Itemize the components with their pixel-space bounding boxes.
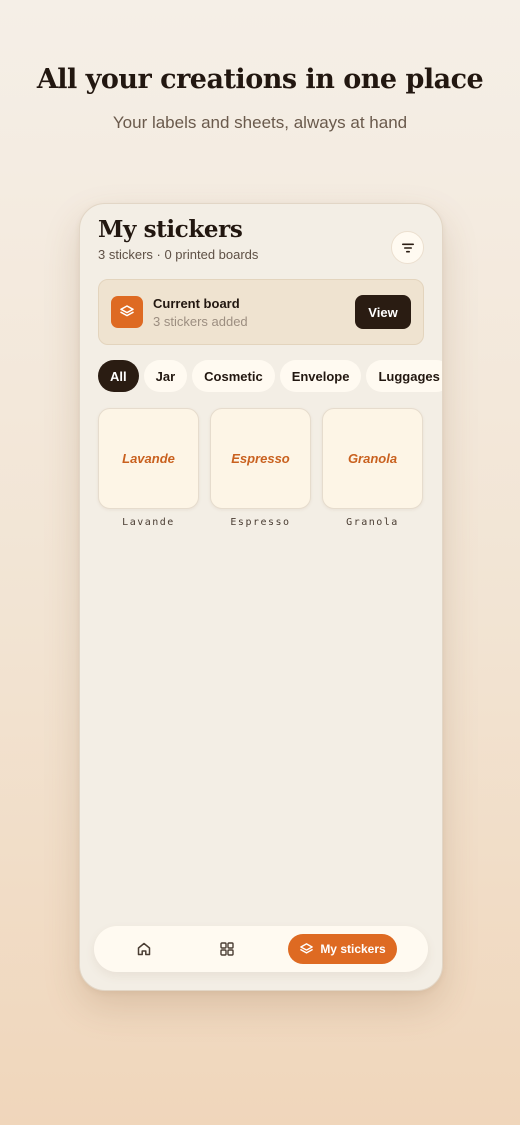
sticker-preview-text: Lavande xyxy=(122,451,175,466)
sticker-preview-text: Granola xyxy=(347,451,398,466)
sticker-preview[interactable]: Lavande xyxy=(98,408,199,509)
page-title: My stickers xyxy=(98,216,243,243)
bottom-navigation: My stickers xyxy=(94,926,428,972)
sticker-preview[interactable]: Granola xyxy=(322,408,423,509)
phone-frame: My stickers 3 stickers · 0 printed board… xyxy=(79,203,443,991)
nav-my-stickers-button[interactable]: My stickers xyxy=(288,934,397,964)
sticker-grid: Lavande Lavande Espresso Espresso Granol… xyxy=(98,408,424,538)
sticker-caption: Granola xyxy=(346,517,399,528)
sticker-tile[interactable]: Espresso Espresso xyxy=(210,408,311,528)
marketing-subheadline: Your labels and sheets, always at hand xyxy=(112,113,408,132)
marketing-headline: All your creations in one place xyxy=(36,64,484,95)
sort-button[interactable] xyxy=(391,231,424,264)
layers-icon xyxy=(120,305,134,317)
chip-luggages[interactable]: Luggages xyxy=(366,360,442,392)
category-chips: All Jar Cosmetic Envelope Luggages xyxy=(98,360,442,392)
layers-icon xyxy=(300,942,314,954)
sticker-preview[interactable]: Espresso xyxy=(210,408,311,509)
chip-all[interactable]: All xyxy=(98,360,139,392)
sticker-caption: Lavande xyxy=(122,517,175,528)
sticker-tile[interactable]: Lavande Lavande xyxy=(98,408,199,528)
home-icon xyxy=(137,942,151,956)
sticker-caption: Espresso xyxy=(230,517,291,528)
current-board-count: 3 stickers added xyxy=(153,314,248,329)
current-board-card[interactable]: Current board 3 stickers added View xyxy=(98,279,424,345)
board-icon-badge xyxy=(111,296,143,328)
nav-templates-button[interactable] xyxy=(219,941,235,962)
view-board-button[interactable]: View xyxy=(355,295,411,329)
chip-cosmetic[interactable]: Cosmetic xyxy=(192,360,275,392)
sticker-tile[interactable]: Granola Granola xyxy=(322,408,423,528)
page-subtitle: 3 stickers · 0 printed boards xyxy=(98,247,259,262)
nav-my-stickers-label: My stickers xyxy=(320,942,386,956)
nav-home-button[interactable] xyxy=(136,941,152,962)
current-board-title: Current board xyxy=(153,296,240,311)
sort-lines-icon xyxy=(401,243,414,252)
chip-envelope[interactable]: Envelope xyxy=(279,360,362,392)
sticker-preview-text: Espresso xyxy=(231,451,290,466)
chip-jar[interactable]: Jar xyxy=(143,360,188,392)
grid-icon xyxy=(220,942,234,956)
